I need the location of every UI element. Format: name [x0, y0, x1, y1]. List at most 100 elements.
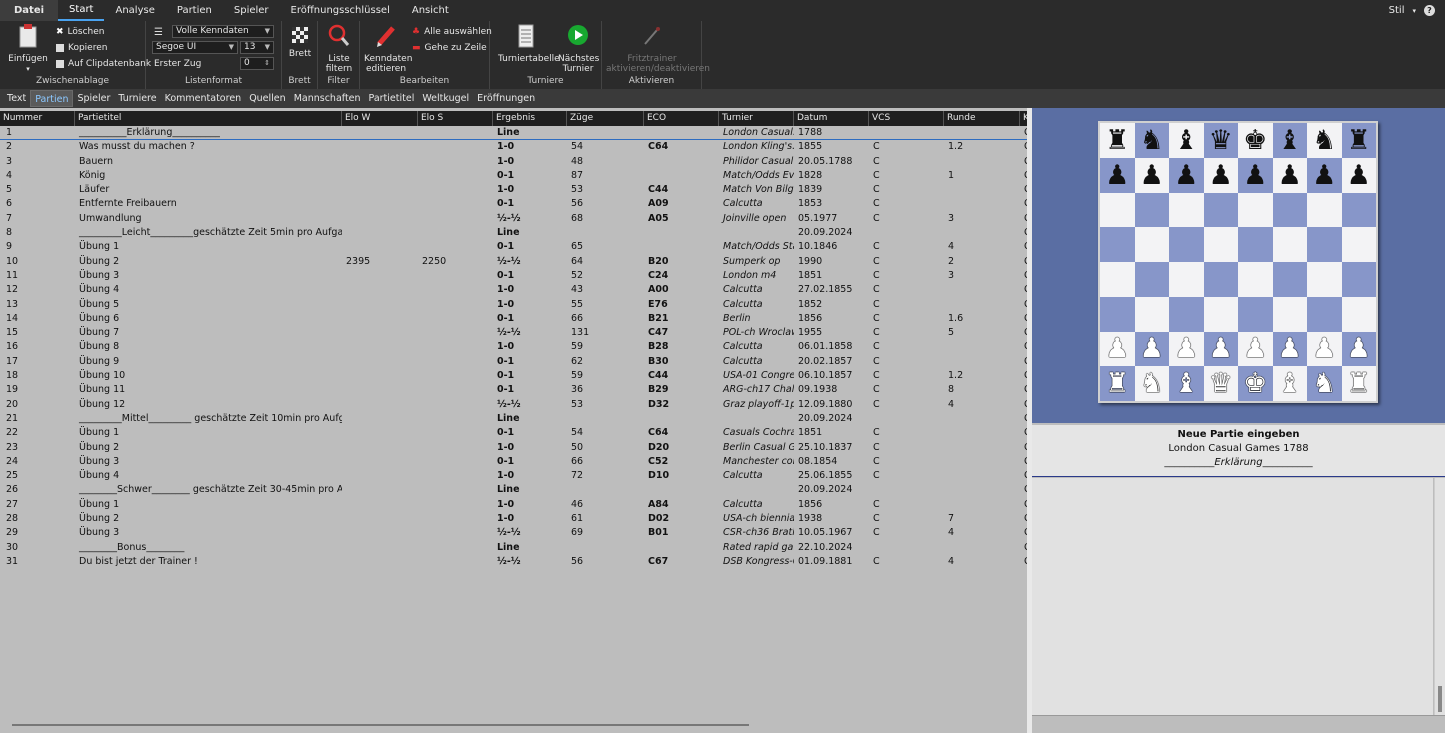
board-square[interactable]: ♟ — [1203, 157, 1238, 193]
board-square[interactable]: ♜ — [1100, 366, 1135, 401]
font-size-select[interactable]: 13 ▼ — [240, 41, 274, 54]
table-row[interactable]: 26 ________Schwer________ geschätzte Zeit… — [0, 483, 1027, 497]
menu-ansicht[interactable]: Ansicht — [401, 0, 460, 21]
table-row[interactable]: 27 Übung 1 1-0 46 A84 Calcutta 1856 C C — [0, 498, 1027, 512]
board-square[interactable] — [1169, 262, 1204, 297]
white-knight-icon[interactable]: ♞ — [1312, 370, 1336, 397]
board-square[interactable] — [1341, 296, 1376, 332]
table-row[interactable]: 30 ________Bonus________ Line Rated rapid g… — [0, 541, 1027, 555]
board-square[interactable] — [1203, 227, 1238, 262]
tab-mannschaften[interactable]: Mannschaften — [290, 90, 365, 107]
table-row[interactable]: 6 Entfernte Freibauern 0-1 56 A09 Calcutta 185… — [0, 197, 1027, 211]
table-row[interactable]: 31 Du bist jetzt der Trainer ! ½-½ 56 C67 DSB… — [0, 555, 1027, 569]
board-square[interactable]: ♟ — [1307, 157, 1342, 193]
tab-turniere[interactable]: Turniere — [114, 90, 160, 107]
board-square[interactable] — [1169, 296, 1204, 332]
black-knight-icon[interactable]: ♞ — [1140, 127, 1164, 154]
table-row[interactable]: 9 Übung 1 0-1 65 Match/Odds Sta.. 10.1846 C 4 C — [0, 240, 1027, 254]
tab-partietitel[interactable]: Partietitel — [365, 90, 419, 107]
white-pawn-icon[interactable]: ♟ — [1243, 335, 1267, 362]
column-header-elo-w[interactable]: Elo W — [342, 111, 418, 126]
menu-eroeffnungsschluessel[interactable]: Eröffnungsschlüssel — [280, 0, 401, 21]
table-row[interactable]: 11 Übung 3 0-1 52 C24 London m4 1851 C 3 C — [0, 269, 1027, 283]
board-square[interactable]: ♞ — [1307, 123, 1342, 158]
board-square[interactable]: ♟ — [1100, 331, 1135, 367]
help-icon[interactable]: ? — [1424, 5, 1435, 16]
white-pawn-icon[interactable]: ♟ — [1278, 335, 1302, 362]
board-square[interactable] — [1272, 227, 1307, 262]
board-square[interactable]: ♟ — [1272, 157, 1307, 193]
table-row[interactable]: 4 König 0-1 87 Match/Odds Ev.. 1828 C 1 C — [0, 169, 1027, 183]
column-header-vcs[interactable]: VCS — [869, 111, 944, 126]
table-row[interactable]: 13 Übung 5 1-0 55 E76 Calcutta 1852 C C — [0, 298, 1027, 312]
board-square[interactable]: ♞ — [1134, 123, 1169, 158]
board-square[interactable] — [1169, 192, 1204, 228]
board-square[interactable] — [1238, 192, 1273, 228]
black-bishop-icon[interactable]: ♝ — [1174, 127, 1198, 154]
column-header-moves[interactable]: Züge — [567, 111, 644, 126]
black-pawn-icon[interactable]: ♟ — [1140, 162, 1164, 189]
board-button[interactable]: Brett — [284, 27, 316, 59]
board-square[interactable]: ♚ — [1238, 123, 1273, 158]
board-square[interactable]: ♛ — [1203, 123, 1238, 158]
black-pawn-icon[interactable]: ♟ — [1174, 162, 1198, 189]
white-pawn-icon[interactable]: ♟ — [1105, 335, 1129, 362]
board-square[interactable] — [1100, 296, 1135, 332]
table-row[interactable]: 29 Übung 3 ½-½ 69 B01 CSR-ch36 Bratis.. 10.05.… — [0, 526, 1027, 540]
board-square[interactable]: ♝ — [1169, 366, 1204, 401]
board-square[interactable]: ♞ — [1134, 366, 1169, 401]
table-row[interactable]: 25 Übung 4 1-0 72 D10 Calcutta 25.06.1855 C C — [0, 469, 1027, 483]
horizontal-scrollbar[interactable] — [12, 724, 749, 726]
tab-text[interactable]: Text — [3, 90, 30, 107]
black-bishop-icon[interactable]: ♝ — [1278, 127, 1302, 154]
white-knight-icon[interactable]: ♞ — [1140, 370, 1164, 397]
board-square[interactable]: ♟ — [1341, 331, 1376, 367]
table-row[interactable]: 14 Übung 6 0-1 66 B21 Berlin 1856 C 1.6 C — [0, 312, 1027, 326]
column-header-result[interactable]: Ergebnis — [493, 111, 567, 126]
table-row[interactable]: 21 _________Mittel_________ geschätzte Ze… — [0, 412, 1027, 426]
board-square[interactable] — [1307, 262, 1342, 297]
vertical-scrollbar[interactable] — [1434, 478, 1445, 715]
board-square[interactable]: ♟ — [1307, 331, 1342, 367]
white-queen-icon[interactable]: ♛ — [1209, 370, 1233, 397]
table-row[interactable]: 19 Übung 11 0-1 36 B29 ARG-ch17 Chall.. 09.193… — [0, 383, 1027, 397]
tab-weltkugel[interactable]: Weltkugel — [418, 90, 473, 107]
table-row[interactable]: 15 Übung 7 ½-½ 131 C47 POL-ch Wroclaw 1955 C 5 C — [0, 326, 1027, 340]
goto-line-button[interactable]: ▬ Gehe zu Zeile — [412, 43, 487, 53]
board-square[interactable] — [1100, 227, 1135, 262]
table-row[interactable]: 8 _________Leicht_________geschätzte Zeit… — [0, 226, 1027, 240]
board-square[interactable] — [1134, 227, 1169, 262]
white-pawn-icon[interactable]: ♟ — [1140, 335, 1164, 362]
board-square[interactable] — [1307, 296, 1342, 332]
board-square[interactable] — [1203, 192, 1238, 228]
column-header-eco[interactable]: ECO — [644, 111, 719, 126]
black-queen-icon[interactable]: ♛ — [1209, 127, 1233, 154]
board-square[interactable]: ♛ — [1203, 366, 1238, 401]
black-pawn-icon[interactable]: ♟ — [1209, 162, 1233, 189]
board-square[interactable] — [1169, 227, 1204, 262]
column-header-tournament[interactable]: Turnier — [719, 111, 794, 126]
black-pawn-icon[interactable]: ♟ — [1243, 162, 1267, 189]
table-row[interactable]: 7 Umwandlung ½-½ 68 A05 Joinville open 05.1977… — [0, 212, 1027, 226]
board-square[interactable] — [1203, 262, 1238, 297]
board-square[interactable]: ♟ — [1169, 157, 1204, 193]
board-square[interactable] — [1341, 192, 1376, 228]
black-rook-icon[interactable]: ♜ — [1347, 127, 1371, 154]
menu-spieler[interactable]: Spieler — [223, 0, 280, 21]
table-row[interactable]: 5 Läufer 1-0 53 C44 Match Von Bilg.. 1839 C C — [0, 183, 1027, 197]
white-bishop-icon[interactable]: ♝ — [1174, 370, 1198, 397]
board-square[interactable] — [1272, 192, 1307, 228]
column-header-k[interactable]: K — [1020, 111, 1027, 126]
black-pawn-icon[interactable]: ♟ — [1278, 162, 1302, 189]
black-rook-icon[interactable]: ♜ — [1105, 127, 1129, 154]
notation-pane[interactable] — [1032, 478, 1433, 715]
board-square[interactable] — [1238, 227, 1273, 262]
table-row[interactable]: 24 Übung 3 0-1 66 C52 Manchester cons 08.1854 C… — [0, 455, 1027, 469]
next-tournament-button[interactable]: Nächstes Turnier — [558, 24, 599, 74]
table-row[interactable]: 20 Übung 12 ½-½ 53 D32 Graz playoff-1pl 12.09.… — [0, 398, 1027, 412]
board-square[interactable]: ♚ — [1238, 366, 1273, 401]
board-square[interactable]: ♟ — [1238, 331, 1273, 367]
board-square[interactable]: ♜ — [1341, 123, 1376, 158]
table-row[interactable]: 1 __________Erklärung__________ Line London… — [0, 126, 1027, 141]
tournament-table-button[interactable]: Turniertabelle — [498, 24, 560, 64]
